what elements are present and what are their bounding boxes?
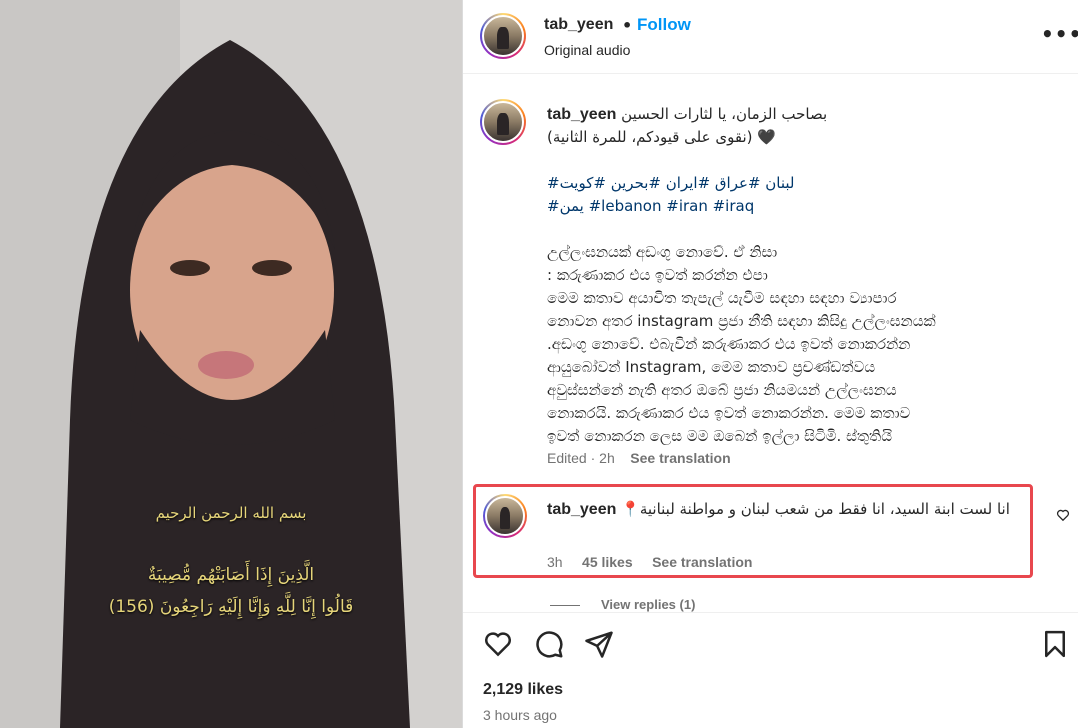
comment-meta: 3h 45 likes See translation xyxy=(547,554,752,570)
separator-dot: • xyxy=(622,16,633,35)
share-icon[interactable] xyxy=(584,629,614,659)
comment-avatar[interactable] xyxy=(483,494,527,538)
author-avatar[interactable] xyxy=(480,13,526,59)
comment-icon[interactable] xyxy=(534,629,564,659)
caption-line: නොවන අතර instagram ප්‍රජා නීති සඳහා කිසි… xyxy=(547,312,936,330)
video-caption-verse-2: قَالُوا إِنَّا لِلَّهِ وَإِنَّا إِلَيْهِ… xyxy=(108,597,354,617)
comment-like-heart-icon[interactable] xyxy=(1056,508,1070,522)
caption-blank xyxy=(547,218,1052,241)
dot: · xyxy=(590,450,596,466)
caption-line: ආයුබෝවන් Instagram, මෙම කතාව ප්‍රචණ්ඩත්ව… xyxy=(547,358,876,376)
comment-time: 3h xyxy=(547,554,563,570)
caption-line: .අඩංගු නොවේ. එබැවින් කරුණාකර එය ඉවත් නොක… xyxy=(547,335,911,353)
video-caption-verse-1: الَّذِينَ إِذَا أَصَابَتْهُم مُّصِيبَةٌ xyxy=(147,565,315,585)
post-actions-bar: 2,129 likes 3 hours ago xyxy=(463,612,1078,728)
save-bookmark-icon[interactable] xyxy=(1040,629,1070,659)
caption-avatar[interactable] xyxy=(480,99,526,145)
more-options-icon[interactable]: ••• xyxy=(1041,22,1078,46)
caption-line: අවුස්සන්නේ නැති අතර ඔබේ ප්‍රජා නියමයන් උ… xyxy=(547,381,897,399)
caption-time: 2h xyxy=(599,450,615,466)
comment-username[interactable]: tab_yeen xyxy=(547,501,616,518)
edited-label: Edited xyxy=(547,450,587,466)
video-frame xyxy=(0,0,462,728)
likes-count[interactable]: 2,129 likes xyxy=(483,681,563,699)
caption-line: ඉවත් නොකරන ලෙස මම ඔබෙන් ඉල්ලා සිටිමි. ස්… xyxy=(547,427,893,445)
post-header: tab_yeen • Follow Original audio ••• xyxy=(463,0,1078,74)
replies-divider xyxy=(550,605,580,606)
comment-see-translation-link[interactable]: See translation xyxy=(652,554,752,570)
comment-likes[interactable]: 45 likes xyxy=(582,554,633,570)
caption-username[interactable]: tab_yeen xyxy=(547,106,616,123)
comment-body: 📍انا لست ابنة السيد، انا فقط من شعب لبنا… xyxy=(621,500,1010,518)
post-time-ago: 3 hours ago xyxy=(483,707,557,723)
view-replies-link[interactable]: View replies (1) xyxy=(601,597,695,612)
author-username[interactable]: tab_yeen xyxy=(544,16,613,34)
post-caption: tab_yeen بصاحب الزمان، يا لثارات الحسين … xyxy=(547,103,1052,448)
caption-meta: Edited · 2h See translation xyxy=(547,450,731,466)
see-translation-link[interactable]: See translation xyxy=(630,450,730,466)
post-panel: tab_yeen • Follow Original audio ••• tab… xyxy=(462,0,1078,728)
audio-label[interactable]: Original audio xyxy=(544,42,630,58)
caption-line: මෙම කතාව අයාචිත තැපැල් යැවීම සඳහා සඳහා ව… xyxy=(547,289,897,307)
caption-line: : කරුණාකර එය ඉවත් කරන්න එපා xyxy=(547,266,768,284)
caption-line: උල්ලංඝනයක් අඩංගු නොවේ. ඒ නිසා xyxy=(547,243,778,261)
video-panel[interactable]: بسم الله الرحمن الرحيم الَّذِينَ إِذَا أ… xyxy=(0,0,462,728)
follow-button[interactable]: Follow xyxy=(637,15,691,35)
caption-line-2: (نقوى على قيودكم، للمرة الثانية) 🖤 xyxy=(547,128,776,146)
caption-blank xyxy=(547,149,1052,172)
hashtags-line-2[interactable]: #يمن #lebanon #iran #iraq xyxy=(547,195,1052,218)
video-caption-basmala: بسم الله الرحمن الرحيم xyxy=(155,504,307,522)
caption-line-1: tab_yeen بصاحب الزمان، يا لثارات الحسين xyxy=(547,105,828,123)
comment-text: tab_yeen 📍انا لست ابنة السيد، انا فقط من… xyxy=(547,498,1017,521)
caption-line: නොකරයි. කරුණාකර එය ඉවත් නොකරන්න. මෙම කතා… xyxy=(547,404,911,422)
like-heart-icon[interactable] xyxy=(483,629,513,659)
hashtags-line-1[interactable]: #لبنان #عراق #ايران #بحرين #كويت xyxy=(547,172,1052,195)
